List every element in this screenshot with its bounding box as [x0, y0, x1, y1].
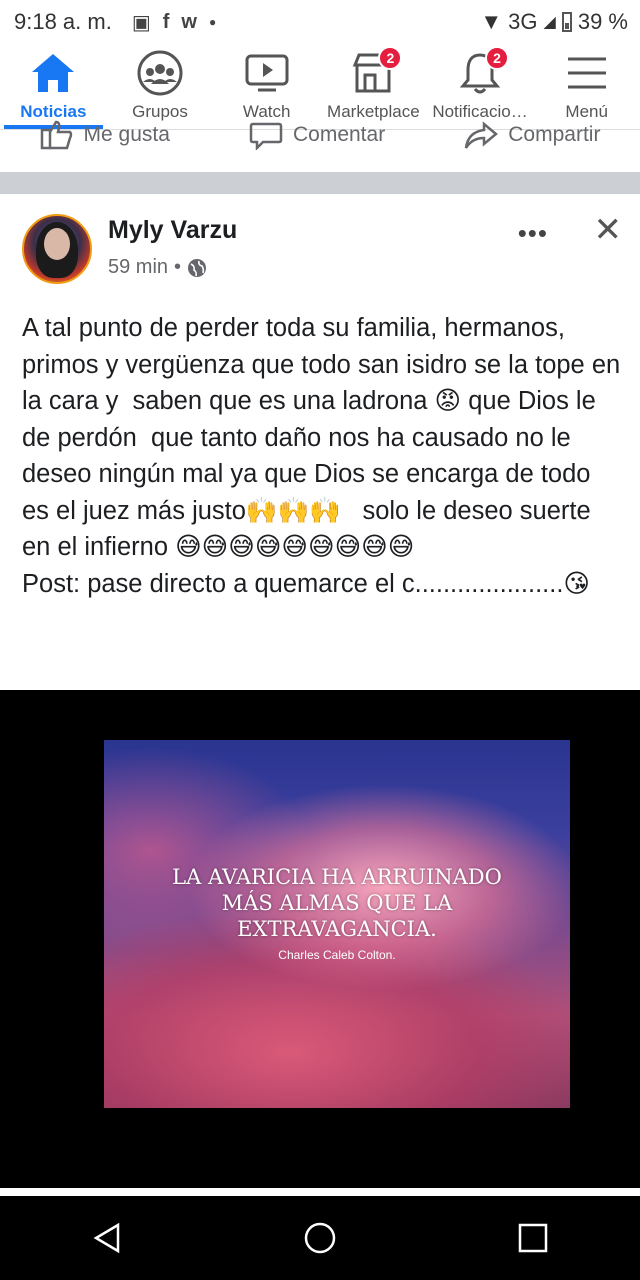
comment-label: Comentar: [292, 123, 386, 146]
like-button[interactable]: Me gusta: [40, 120, 170, 150]
tab-watch[interactable]: Watch: [213, 44, 320, 129]
wifi-icon: ▼: [480, 9, 503, 34]
thumbs-up-icon: [40, 120, 72, 150]
tab-noticias[interactable]: Noticias: [0, 44, 107, 129]
back-icon[interactable]: [90, 1221, 124, 1255]
tab-notificaciones[interactable]: 2 Notificacio…: [427, 44, 534, 129]
system-navigation-bar: [0, 1196, 640, 1280]
gallery-icon: ▣: [131, 11, 151, 34]
tab-grupos[interactable]: Grupos: [107, 44, 214, 129]
recents-icon[interactable]: [516, 1221, 550, 1255]
notifications-badge: 2: [485, 46, 510, 70]
battery-percent: 39 %: [577, 9, 628, 34]
home-icon: [30, 50, 76, 96]
tab-marketplace[interactable]: 2 Marketplace: [320, 44, 427, 129]
watch-icon: [244, 50, 290, 96]
post-media[interactable]: LA AVARICIA HA ARRUINADO MÁS ALMAS QUE L…: [0, 690, 640, 1188]
feed-separator: [0, 172, 640, 194]
status-time: 9:18 a. m.: [14, 9, 112, 34]
post-time[interactable]: 59 min: [108, 256, 168, 279]
quote-text: LA AVARICIA HA ARRUINADO MÁS ALMAS QUE L…: [172, 865, 502, 941]
feed-gap: [0, 1188, 640, 1196]
network-type: 3G: [508, 9, 538, 34]
bell-icon: 2: [457, 46, 510, 96]
quote-image[interactable]: LA AVARICIA HA ARRUINADO MÁS ALMAS QUE L…: [104, 740, 570, 1108]
hamburger-icon: [564, 50, 610, 96]
post-meta: 59 min •: [108, 256, 207, 279]
facebook-icon: f: [162, 10, 170, 33]
quote-author: Charles Caleb Colton.: [278, 948, 396, 962]
more-options-button[interactable]: •••: [518, 218, 548, 249]
globe-icon: [188, 258, 207, 277]
battery-icon: [561, 12, 572, 32]
previous-post-actions: Me gusta Comentar Compartir: [0, 118, 640, 164]
home-circle-icon[interactable]: [303, 1221, 337, 1255]
comment-button[interactable]: Comentar: [249, 120, 385, 150]
app-icon: w: [181, 10, 197, 33]
post-text: A tal punto de perder toda su familia, h…: [22, 314, 621, 598]
marketplace-badge: 2: [378, 46, 403, 70]
post-header: Myly Varzu 59 min • ••• ✕: [22, 210, 622, 290]
like-label: Me gusta: [83, 123, 170, 146]
status-bar: 9:18 a. m. ▣ f w ● ▼ 3G ◢ 39 %: [0, 0, 640, 44]
dot-icon: ●: [208, 15, 217, 29]
marketplace-icon: 2: [350, 46, 403, 96]
meta-separator: •: [174, 256, 182, 278]
avatar[interactable]: [22, 214, 92, 284]
signal-icon: ◢: [543, 14, 556, 31]
groups-icon: [137, 50, 183, 96]
tab-menu[interactable]: Menú: [533, 44, 640, 129]
share-button[interactable]: Compartir: [464, 120, 600, 150]
post-author[interactable]: Myly Varzu: [108, 216, 237, 245]
close-icon[interactable]: ✕: [594, 210, 623, 250]
share-label: Compartir: [508, 123, 601, 146]
post-body: A tal punto de perder toda su familia, h…: [22, 310, 622, 602]
status-notification-icons: ▣ f w ●: [132, 10, 216, 35]
share-icon: [465, 121, 499, 149]
comment-icon: [249, 122, 283, 150]
